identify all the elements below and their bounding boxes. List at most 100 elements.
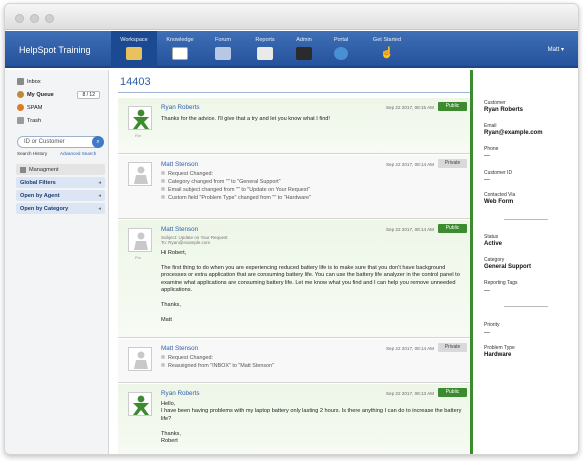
note-date: Sep 22 2017, 08:13 AM xyxy=(385,391,434,396)
window-titlebar xyxy=(5,4,578,30)
sidebar-item-label: Inbox xyxy=(27,78,41,85)
tab-portal[interactable]: Portal xyxy=(323,31,359,68)
note-date: Sep 22 2017, 08:15 AM xyxy=(385,105,434,110)
sidebar-item-inbox[interactable]: Inbox xyxy=(17,76,100,87)
sidebar-item-label: SPAM xyxy=(27,104,43,111)
advanced-search-link[interactable]: Advanced Search xyxy=(60,151,96,156)
divider xyxy=(118,92,470,93)
sidebar-item-trash[interactable]: Trash xyxy=(17,115,100,126)
avatar xyxy=(128,347,152,371)
avatar xyxy=(128,106,152,130)
user-menu[interactable]: Matt ▾ xyxy=(548,46,564,53)
tab-label: Reports xyxy=(255,37,275,43)
queue-icon xyxy=(17,91,24,98)
tab-forum[interactable]: Forum xyxy=(203,31,243,68)
note-private: Matt Stenson Sep 22 2017, 08:14 AM Priva… xyxy=(118,339,470,383)
problem-type-select[interactable]: Hardware xyxy=(484,352,511,358)
note-author[interactable]: Ryan Roberts xyxy=(161,390,200,397)
minimize-window-button[interactable] xyxy=(30,14,39,23)
section-label: Open by Agent xyxy=(20,192,60,199)
divider xyxy=(504,306,548,307)
section-label: Open by Category xyxy=(20,205,69,212)
tab-label: Admin xyxy=(296,37,312,43)
customer-label: Customer xyxy=(484,100,506,106)
admin-icon xyxy=(296,47,312,60)
staff-avatar-icon xyxy=(134,166,148,184)
customer-email[interactable]: Ryan@example.com xyxy=(484,130,543,136)
tab-get-started[interactable]: Get Started ☝ xyxy=(365,31,409,68)
change-log: Request Changed: Reassigned from "INBOX"… xyxy=(161,354,274,370)
avatar xyxy=(128,162,152,186)
private-badge: Private xyxy=(438,343,467,352)
sidebar-section-global-filters[interactable]: Global Filters ◂ xyxy=(16,177,105,188)
contacted-via-label: Contacted Via xyxy=(484,192,516,198)
tab-label: Knowledge xyxy=(166,37,194,43)
priority-select[interactable]: — xyxy=(484,330,490,336)
note-public: Ryan Roberts Sep 22 2017, 08:13 AM Publi… xyxy=(118,384,470,454)
search-input[interactable]: ID or Customer xyxy=(17,136,103,148)
category-select[interactable]: General Support xyxy=(484,264,531,270)
tab-reports[interactable]: Reports xyxy=(245,31,285,68)
contacted-via: Web Form xyxy=(484,199,514,205)
public-badge: Public xyxy=(438,388,467,397)
zoom-window-button[interactable] xyxy=(45,14,54,23)
note-date: Sep 22 2017, 08:14 AM xyxy=(385,162,434,167)
log-line: Request Changed: xyxy=(161,354,274,362)
note-body: Hello, I have been having problems with … xyxy=(161,401,462,445)
log-line: Reassigned from "INBOX" to "Matt Stenson… xyxy=(161,362,274,370)
customer-phone: — xyxy=(484,153,490,159)
note-date: Sep 22 2017, 08:14 AM xyxy=(385,227,434,232)
tab-admin[interactable]: Admin xyxy=(285,31,323,68)
customer-avatar-icon xyxy=(133,109,149,129)
note-author[interactable]: Matt Stenson xyxy=(161,161,198,168)
email-label: Email xyxy=(484,123,497,129)
public-indicator-bar xyxy=(470,70,473,454)
app-title: HelpSpot Training xyxy=(19,45,91,55)
section-label: Global Filters xyxy=(20,179,56,186)
log-line: Custom field "Problem Type" changed from… xyxy=(161,194,311,202)
tab-label: Portal xyxy=(333,37,349,43)
tab-label: Forum xyxy=(215,37,231,43)
note-body: Hi Robert, The first thing to do when yo… xyxy=(161,250,460,323)
note-public: Pro Matt Stenson Sep 22 2017, 08:14 AM P… xyxy=(118,220,470,338)
category-label: Category xyxy=(484,257,505,263)
tab-knowledge[interactable]: Knowledge xyxy=(159,31,201,68)
top-navigation: HelpSpot Training Workspace Knowledge Fo… xyxy=(5,31,578,68)
app-window: HelpSpot Training Workspace Knowledge Fo… xyxy=(4,3,579,455)
sidebar-section-open-by-category[interactable]: Open by Category ◂ xyxy=(16,203,105,214)
note-author[interactable]: Matt Stenson xyxy=(161,345,198,352)
tab-label: Get Started xyxy=(372,37,402,43)
priority-label: Priority xyxy=(484,322,500,328)
sidebar: Inbox My Queue 8 / 12 SPAM Trash ID or C… xyxy=(5,70,109,454)
sidebar-section-managment[interactable]: Managment xyxy=(16,164,105,175)
status-select[interactable]: Active xyxy=(484,241,502,247)
problem-type-label: Problem Type xyxy=(484,345,515,351)
note-author[interactable]: Ryan Roberts xyxy=(161,104,200,111)
collapse-arrow-icon: ◂ xyxy=(98,192,101,199)
forum-icon xyxy=(215,47,231,60)
search-history-link[interactable]: Search History xyxy=(17,151,47,156)
note-date: Sep 22 2017, 08:14 AM xyxy=(385,346,434,351)
note-meta: Subject: Update on Your Request To: Ryan… xyxy=(161,235,228,246)
note-author[interactable]: Matt Stenson xyxy=(161,226,198,233)
sidebar-item-my-queue[interactable]: My Queue 8 / 12 xyxy=(17,89,100,100)
sidebar-section-open-by-agent[interactable]: Open by Agent ◂ xyxy=(16,190,105,201)
customer-id: — xyxy=(484,177,490,183)
log-line: Request Changed: xyxy=(161,170,311,178)
log-line: Category changed from "" to "General Sup… xyxy=(161,178,311,186)
search-icon[interactable]: ⌕ xyxy=(92,136,104,148)
sidebar-item-label: My Queue xyxy=(27,91,54,98)
customer-id-label: Customer ID xyxy=(484,170,513,176)
sidebar-item-spam[interactable]: SPAM xyxy=(17,102,100,113)
close-window-button[interactable] xyxy=(15,14,24,23)
portal-icon xyxy=(334,47,348,60)
knowledge-icon xyxy=(172,47,188,60)
customer-name[interactable]: Ryan Roberts xyxy=(484,107,523,113)
tab-workspace[interactable]: Workspace xyxy=(111,31,157,68)
reporting-tags[interactable]: — xyxy=(484,288,490,294)
inbox-icon xyxy=(17,78,24,85)
customer-avatar-icon xyxy=(133,395,149,415)
staff-avatar-icon xyxy=(134,232,148,250)
change-log: Request Changed: Category changed from "… xyxy=(161,170,311,202)
status-label: Status xyxy=(484,234,499,240)
